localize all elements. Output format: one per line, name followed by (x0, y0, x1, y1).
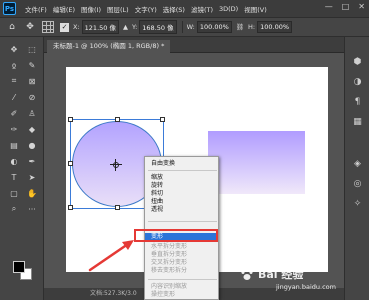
window-controls: — □ ✕ (325, 2, 365, 11)
menu-item-scale[interactable]: 缩放 (145, 174, 218, 182)
paths-icon[interactable]: ✧ (351, 197, 364, 210)
transform-handle[interactable] (68, 205, 73, 210)
w-label: W: (186, 23, 195, 31)
eyedropper-icon[interactable]: ⁄ (7, 91, 21, 103)
document-tab[interactable]: 未标题-1 @ 100% (椭圆 1, RGB/8) * (47, 40, 171, 53)
adjust-icon[interactable]: ◑ (351, 75, 364, 88)
shape-icon[interactable]: ▢ (7, 187, 21, 199)
hand-icon[interactable]: ✋ (25, 187, 39, 199)
menu-separator (148, 221, 217, 222)
menu-layer[interactable]: 图层(L) (104, 4, 132, 14)
eraser-icon[interactable]: ◆ (25, 123, 39, 135)
baidu-paw-icon (241, 268, 253, 280)
menu-3d[interactable]: 3D(D) (216, 5, 241, 13)
brush-icon[interactable]: ✐ (7, 107, 21, 119)
watermark: Bai 经验 jingyan.baidu.com (240, 266, 365, 296)
watermark-url: jingyan.baidu.com (276, 283, 336, 291)
cube-icon[interactable]: ⬢ (351, 55, 364, 68)
transform-handle[interactable] (115, 117, 120, 122)
right-panel-dock: ⬢ ◑ ¶ ▦ ◈ ◎ ✧ (344, 37, 369, 300)
x-label: X: (73, 23, 80, 31)
transform-handle[interactable] (160, 117, 165, 122)
menu-item-split-vertical[interactable]: 垂直拆分变形 (145, 251, 218, 259)
menu-bar: Ps 文件(F) 编辑(E) 图像(I) 图层(L) 文字(Y) 选择(S) 滤… (0, 0, 369, 17)
menu-type[interactable]: 文字(Y) (132, 4, 160, 14)
menu-item-free-transform[interactable]: 自由变换 (145, 160, 218, 168)
transform-handle[interactable] (68, 161, 73, 166)
path-select-icon[interactable]: ➤ (25, 171, 39, 183)
paragraph-icon[interactable]: ¶ (351, 95, 364, 108)
reference-point-icon[interactable] (42, 21, 54, 33)
x-field[interactable]: 121.50 像 (81, 20, 119, 34)
panel-icon[interactable]: ▦ (351, 115, 364, 128)
menu-separator (148, 279, 217, 280)
reference-point-ring (113, 162, 119, 168)
menu-file[interactable]: 文件(F) (22, 4, 50, 14)
home-icon[interactable]: ⌂ (6, 21, 18, 33)
divider (181, 21, 183, 33)
y-label: Y: (131, 23, 138, 31)
menu-item-rotate[interactable]: 旋转 (145, 182, 218, 190)
frame-icon[interactable]: ⊠ (25, 75, 39, 87)
marquee-icon[interactable]: ⬚ (25, 43, 39, 55)
more-icon[interactable]: ··· (25, 203, 39, 215)
type-icon[interactable]: T (7, 171, 21, 183)
menu-item-remove-split[interactable]: 移去变形拆分 (145, 267, 218, 275)
transform-handle[interactable] (115, 205, 120, 210)
pen-icon[interactable]: ✒ (25, 155, 39, 167)
transform-handle[interactable] (68, 117, 73, 122)
history-brush-icon[interactable]: ✑ (7, 123, 21, 135)
menu-item-distort[interactable]: 扭曲 (145, 198, 218, 206)
menu-item-puppet-warp[interactable]: 操控变形 (145, 291, 218, 299)
options-bar: ⌂ ✥ ✓ X: 121.50 像 ▲ Y: 168.50 像 W: 100.0… (0, 17, 369, 37)
w-field[interactable]: 100.00% (196, 21, 232, 33)
menu-view[interactable]: 视图(V) (241, 4, 270, 14)
foreground-color-swatch[interactable] (13, 261, 25, 273)
zoom-icon[interactable]: ⌕ (7, 203, 21, 215)
photoshop-logo-icon[interactable]: Ps (3, 2, 16, 15)
document-tabbar: 未标题-1 @ 100% (椭圆 1, RGB/8) * (44, 37, 344, 53)
h-field[interactable]: 100.00% (257, 21, 293, 33)
maximize-icon[interactable]: □ (342, 2, 350, 11)
y-field[interactable]: 168.50 像 (139, 20, 177, 34)
menu-edit[interactable]: 编辑(E) (50, 4, 78, 14)
menu-item-skew[interactable]: 斜切 (145, 190, 218, 198)
menu-separator (148, 170, 217, 171)
menu-item-content-aware-scale[interactable]: 内容识别缩放 (145, 283, 218, 291)
dodge-icon[interactable]: ◐ (7, 155, 21, 167)
crop-icon[interactable]: ⌗ (7, 75, 21, 87)
quick-select-icon[interactable]: ✎ (25, 59, 39, 71)
channels-icon[interactable]: ◎ (351, 177, 364, 190)
menu-item-split-cross[interactable]: 交叉拆分变形 (145, 259, 218, 267)
reference-point-checkbox[interactable]: ✓ (60, 22, 69, 32)
gradient-rectangle[interactable] (208, 131, 305, 194)
menu-select[interactable]: 选择(S) (160, 4, 188, 14)
close-icon[interactable]: ✕ (358, 2, 365, 11)
triangle-icon[interactable]: ▲ (123, 23, 128, 31)
context-menu: 自由变换 缩放 旋转 斜切 扭曲 透视 变形 水平拆分变形 垂直拆分变形 交叉拆… (144, 156, 219, 300)
tools-panel: ✥ ⬚ ჲ ✎ ⌗ ⊠ ⁄ ⊘ ✐ ♙ ✑ ◆ ▤ ● ◐ ✒ T ➤ ▢ ✋ … (0, 37, 44, 300)
link-icon[interactable]: ⛓ (236, 23, 244, 31)
layers-icon[interactable]: ◈ (351, 157, 364, 170)
blur-icon[interactable]: ● (25, 139, 39, 151)
menu-image[interactable]: 图像(I) (78, 4, 104, 14)
lasso-icon[interactable]: ჲ (7, 59, 21, 71)
h-label: H: (248, 23, 256, 31)
minimize-icon[interactable]: — (325, 2, 333, 11)
highlight-annotation (134, 229, 218, 242)
healing-icon[interactable]: ⊘ (25, 91, 39, 103)
watermark-text: Bai 经验 (258, 268, 304, 281)
gradient-icon[interactable]: ▤ (7, 139, 21, 151)
menu-filter[interactable]: 滤镜(T) (188, 4, 216, 14)
move-icon[interactable]: ✥ (7, 43, 21, 55)
menu-item-perspective[interactable]: 透视 (145, 206, 218, 214)
move-tool-preset-icon[interactable]: ✥ (24, 21, 36, 33)
stamp-icon[interactable]: ♙ (25, 107, 39, 119)
menu-item-split-horizontal[interactable]: 水平拆分变形 (145, 243, 218, 251)
